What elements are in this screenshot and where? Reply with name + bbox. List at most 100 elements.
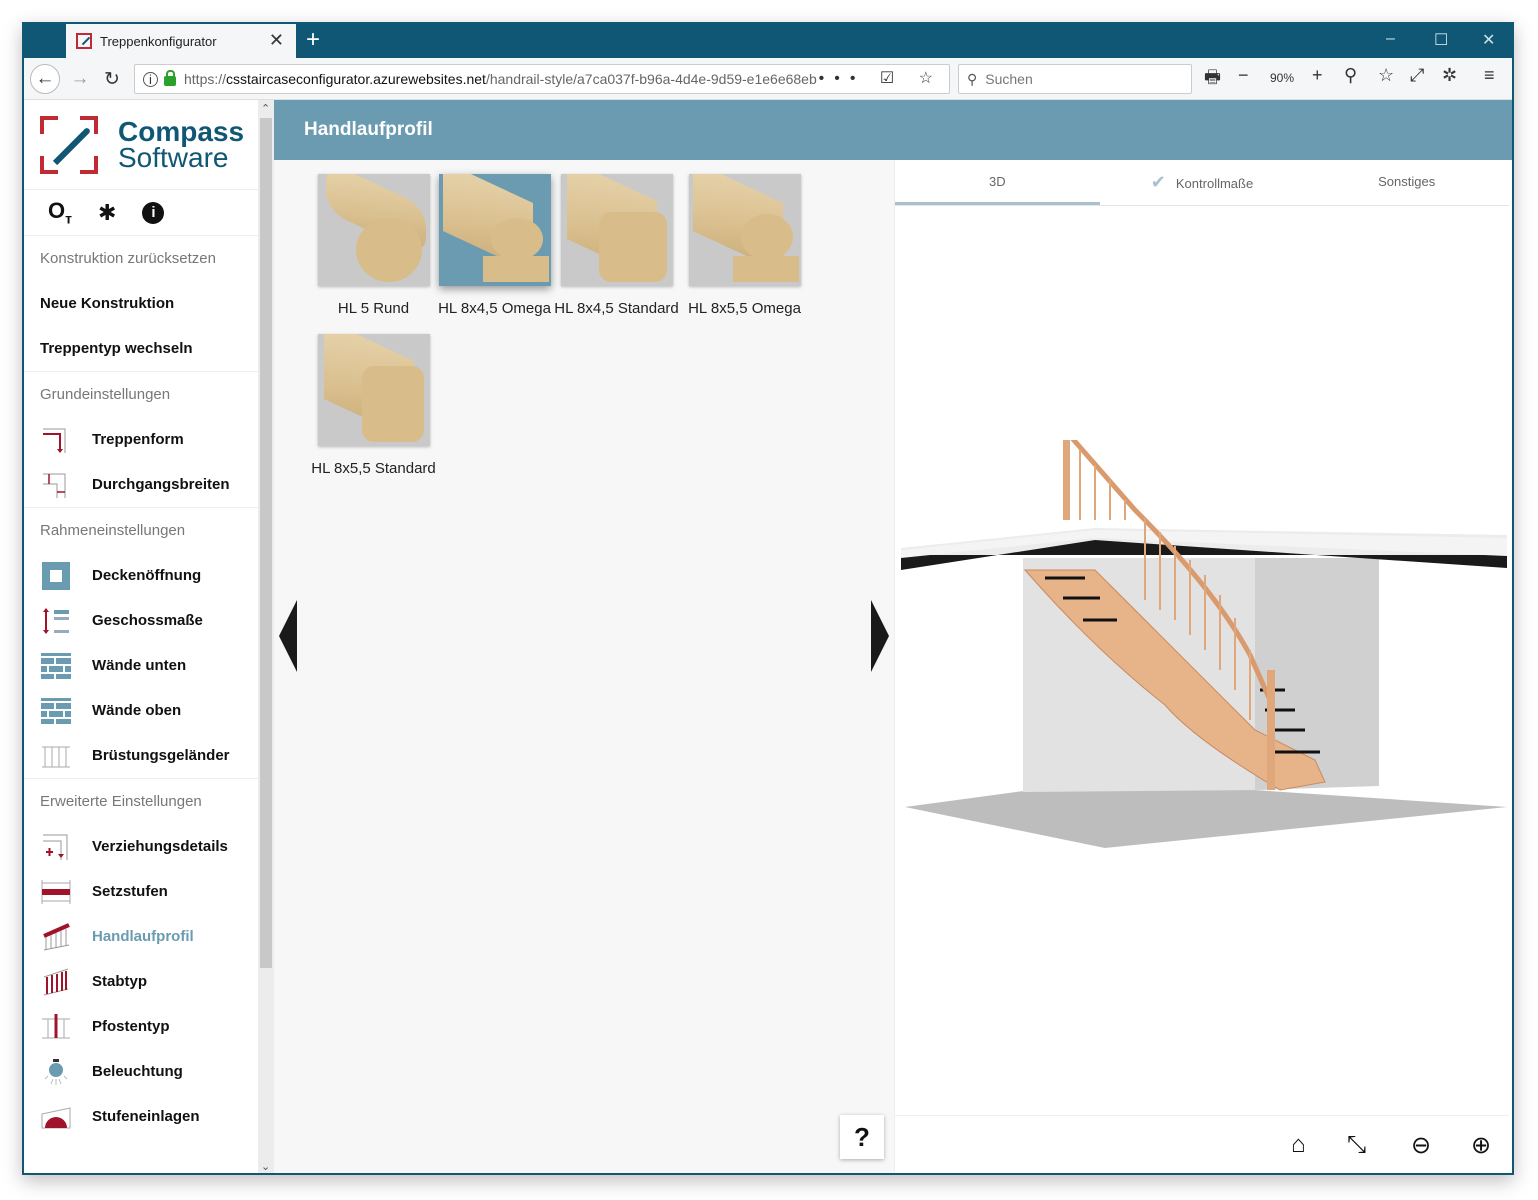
sidebar-item-new-construction[interactable]: Neue Konstruktion (40, 281, 242, 326)
url-host: csstaircaseconfigurator.azurewebsites.ne… (226, 71, 486, 87)
light-icon (40, 1057, 72, 1087)
close-window-button[interactable]: ✕ (1482, 30, 1495, 50)
profile-label: HL 8x5,5 Omega (688, 300, 801, 317)
profile-image-standard (317, 334, 430, 446)
sidebar-item-baluster-type[interactable]: Stabtyp (40, 959, 242, 1004)
tab-title: Treppenkonfigurator (100, 33, 217, 49)
profile-card-hl5-rund[interactable]: HL 5 Rund (311, 174, 436, 317)
profile-image-standard (560, 174, 673, 286)
help-button[interactable]: ? (840, 1115, 884, 1159)
profile-card-hl8x45-omega[interactable]: HL 8x4,5 Omega (432, 174, 557, 317)
viewer-panel: 3D ✔ Kontrollmaße Sonstiges ⌂ ⤡ ⊖ ⊕ (894, 160, 1514, 1173)
newel-post-top (1063, 440, 1070, 520)
key-icon[interactable]: Oт (48, 198, 72, 226)
close-tab-icon[interactable]: ✕ (269, 30, 284, 51)
profile-card-hl8x45-standard[interactable]: HL 8x4,5 Standard (554, 174, 679, 317)
reload-button[interactable]: ↻ (100, 65, 124, 93)
wall-icon (40, 696, 72, 726)
zoom-enlarge-button[interactable]: + (1312, 65, 1323, 86)
main-content: Handlaufprofil HL 5 Rund HL 8x4,5 Omega (274, 100, 1514, 1173)
lock-icon (164, 70, 176, 86)
sidebar-item-floor-heights[interactable]: Geschossmaße (40, 598, 242, 643)
scroll-down-icon[interactable]: ⌄ (261, 1160, 270, 1173)
profile-gallery: HL 5 Rund HL 8x4,5 Omega HL 8x4,5 Standa… (274, 160, 894, 1173)
sidebar-item-lighting[interactable]: Beleuchtung (40, 1049, 242, 1094)
stair-shape-icon (40, 425, 72, 455)
passage-width-icon (40, 470, 72, 500)
minimize-button[interactable]: – (1386, 30, 1395, 48)
ceiling-opening-icon (40, 561, 72, 591)
print-icon[interactable]: 🖶 (1204, 65, 1221, 95)
stair-3d-view[interactable] (895, 440, 1514, 910)
compass-logo[interactable]: Compass Software (24, 100, 258, 190)
sidebar-item-passage-widths[interactable]: Durchgangsbreiten (40, 462, 242, 507)
profile-label: HL 8x4,5 Standard (554, 300, 679, 317)
section-frame-settings: Rahmeneinstellungen Deckenöffnung Gescho… (24, 508, 258, 779)
section-basic-settings: Grundeinstellungen Treppenform Durchgang… (24, 372, 258, 508)
sidebar-scrollbar[interactable]: ⌃ ⌄ (258, 100, 274, 1173)
sidebar-item-winder-details[interactable]: Verziehungsdetails (40, 824, 242, 869)
scroll-up-icon[interactable]: ⌃ (261, 102, 270, 115)
page-title: Handlaufprofil (274, 100, 1512, 160)
zoom-reduce-button[interactable]: − (1238, 65, 1249, 86)
new-tab-button[interactable]: + (306, 26, 320, 54)
floor-height-icon (40, 606, 72, 636)
zoom-out-icon[interactable]: ⊖ (1411, 1131, 1431, 1160)
section-header: Erweiterte Einstellungen (40, 793, 202, 810)
next-arrow[interactable] (871, 600, 889, 672)
search-input[interactable]: ⚲ Suchen (958, 64, 1192, 94)
sidebar-item-balustrade[interactable]: Brüstungsgeländer (40, 733, 242, 778)
info-icon[interactable]: i (143, 71, 158, 87)
navigation-bar: ← → ↻ i https:// csstaircaseconfigurator… (24, 58, 1512, 100)
profile-label: HL 8x4,5 Omega (438, 300, 551, 317)
search-icon: ⚲ (967, 70, 978, 87)
bookmarks-icon[interactable]: ☆ (1378, 65, 1394, 86)
balustrade-icon (40, 741, 72, 771)
zoom-level[interactable]: 90% (1270, 71, 1294, 85)
search-placeholder: Suchen (985, 71, 1033, 87)
section-header: Grundeinstellungen (40, 386, 171, 403)
url-bar[interactable]: i https:// csstaircaseconfigurator.azure… (134, 64, 950, 94)
sidebar-item-walls-below[interactable]: Wände unten (40, 643, 242, 688)
sidebar-item-ceiling-opening[interactable]: Deckenöffnung (40, 553, 242, 598)
winder-details-icon (40, 832, 72, 862)
settings-icon[interactable]: ✲ (1442, 65, 1457, 86)
viewer-tabs: 3D ✔ Kontrollmaße Sonstiges (895, 160, 1509, 206)
sidebar-item-tread-inlays[interactable]: Stufeneinlagen (40, 1094, 242, 1139)
fullscreen-toggle-icon[interactable]: ⤢ (1410, 65, 1424, 86)
section-advanced-settings: Erweiterte Einstellungen Verziehungsdeta… (24, 779, 258, 1139)
home-icon[interactable]: ⌂ (1291, 1131, 1306, 1159)
find-icon[interactable]: ⚲ (1344, 65, 1357, 86)
tread-inlay-icon (40, 1102, 72, 1132)
profile-label: HL 8x5,5 Standard (311, 460, 436, 477)
sidebar-item-walls-above[interactable]: Wände oben (40, 688, 242, 733)
profile-card-hl8x55-omega[interactable]: HL 8x5,5 Omega (682, 174, 807, 317)
maximize-button[interactable]: ☐ (1434, 30, 1448, 50)
tab-3d[interactable]: 3D (895, 160, 1100, 205)
scrollbar-thumb[interactable] (260, 118, 272, 968)
section-header[interactable]: Konstruktion zurücksetzen (40, 236, 242, 281)
page-actions[interactable]: ••• ☑ ☆ (819, 68, 943, 88)
check-icon: ✔ (1150, 172, 1166, 192)
menu-icon[interactable]: ≡ (1484, 65, 1495, 86)
sidebar-item-risers[interactable]: Setzstufen (40, 869, 242, 914)
forward-button[interactable]: → (68, 65, 92, 93)
previous-arrow[interactable] (279, 600, 297, 672)
back-button[interactable]: ← (30, 64, 60, 94)
zoom-in-icon[interactable]: ⊕ (1471, 1131, 1491, 1160)
sidebar-item-change-stair-type[interactable]: Treppentyp wechseln (40, 326, 242, 371)
tab-control-dimensions[interactable]: ✔ Kontrollmaße (1100, 160, 1305, 205)
sidebar-item-handrail-profile[interactable]: Handlaufprofil (40, 914, 242, 959)
sidebar-item-post-type[interactable]: Pfostentyp (40, 1004, 242, 1049)
favicon-icon (76, 33, 92, 49)
browser-tab[interactable]: Treppenkonfigurator ✕ (66, 24, 296, 58)
fullscreen-icon[interactable]: ⤡ (1347, 1131, 1366, 1159)
sidebar-item-stair-shape[interactable]: Treppenform (40, 417, 242, 462)
profile-image-round (317, 174, 430, 286)
browser-window: Treppenkonfigurator ✕ + – ☐ ✕ ← → ↻ i ht… (22, 22, 1514, 1175)
gear-icon[interactable]: ✱ (98, 200, 116, 226)
compass-logo-text: Compass Software (118, 115, 245, 173)
profile-card-hl8x55-standard[interactable]: HL 8x5,5 Standard (311, 334, 436, 477)
info-icon[interactable]: i (142, 201, 165, 224)
tab-other[interactable]: Sonstiges (1304, 160, 1509, 205)
